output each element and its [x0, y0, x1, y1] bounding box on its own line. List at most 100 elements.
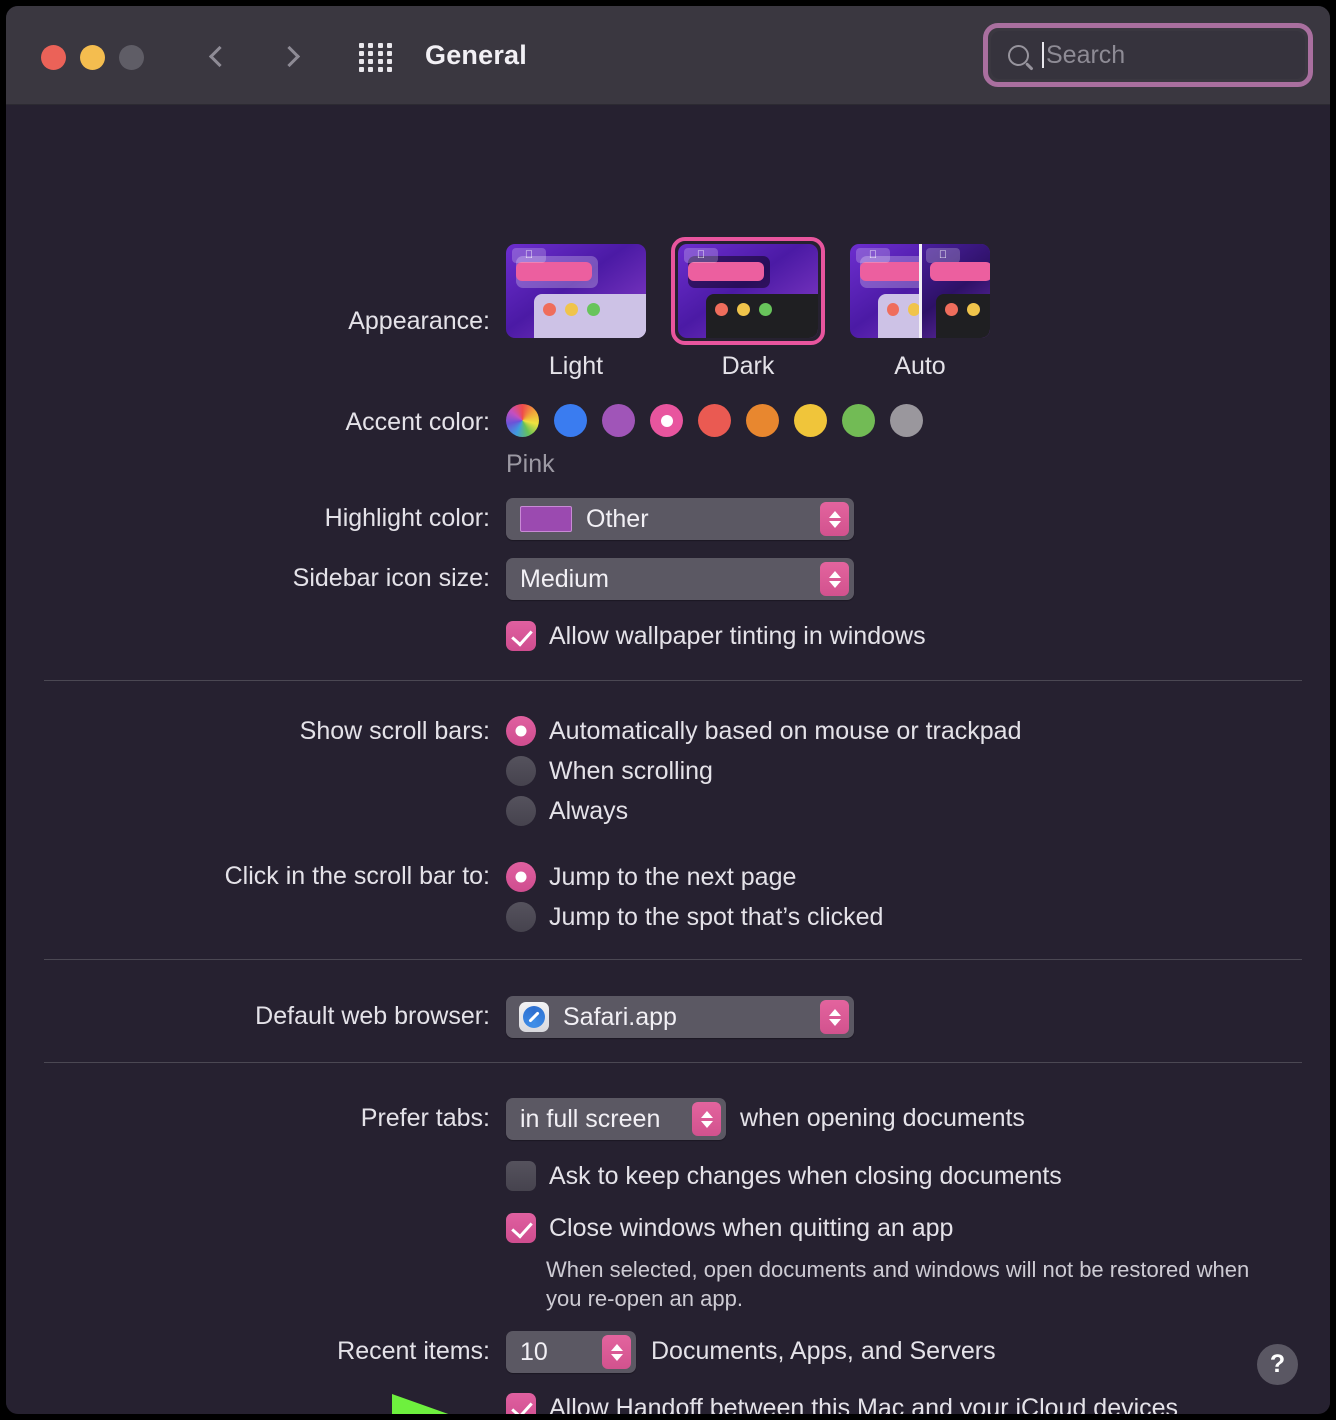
close-windows-label: Close windows when quitting an app [549, 1213, 954, 1242]
appearance-option-label: Light [548, 352, 604, 380]
accent-color-name: Pink [506, 450, 555, 478]
click-scroll-option-next-page[interactable]: Jump to the next page [506, 862, 796, 892]
chevron-left-icon [208, 45, 231, 67]
radio-when-scrolling[interactable] [506, 756, 536, 786]
accent-swatch-yellow[interactable] [794, 404, 827, 437]
back-button[interactable] [194, 33, 240, 79]
highlight-color-label: Highlight color: [324, 504, 490, 532]
search-box[interactable]: Search [983, 23, 1313, 87]
light-theme-preview:  [506, 244, 646, 338]
ask-keep-changes-row[interactable]: Ask to keep changes when closing documen… [506, 1161, 1062, 1191]
radio-auto[interactable] [506, 716, 536, 746]
system-preferences-window: General Search Appearance:  Light [6, 6, 1330, 1414]
accent-swatch-graphite[interactable] [890, 404, 923, 437]
prefer-tabs-value: in full screen [520, 1104, 661, 1133]
recent-items-suffix: Documents, Apps, and Servers [651, 1337, 996, 1365]
show-scroll-bars-label: Show scroll bars: [299, 717, 490, 745]
section-divider [44, 1062, 1302, 1063]
recent-items-value: 10 [520, 1337, 548, 1366]
accent-swatch-red[interactable] [698, 404, 731, 437]
search-input[interactable]: Search [991, 31, 1305, 79]
scroll-bars-option-always[interactable]: Always [506, 796, 628, 826]
radio-always[interactable] [506, 796, 536, 826]
page-title: General [425, 40, 527, 70]
accent-swatch-green[interactable] [842, 404, 875, 437]
recent-items-stepper[interactable]: 10 [506, 1331, 636, 1373]
minimize-button[interactable] [80, 45, 105, 70]
popup-arrows-icon[interactable] [820, 562, 849, 596]
popup-arrows-icon[interactable] [602, 1335, 631, 1369]
popup-arrows-icon[interactable] [692, 1102, 721, 1136]
accent-swatch-pink[interactable] [650, 404, 683, 437]
auto-theme-preview:   [850, 244, 990, 338]
scroll-bars-option-when-scrolling[interactable]: When scrolling [506, 756, 713, 786]
appearance-label: Appearance: [348, 307, 490, 335]
annotation-arrow-icon [392, 1394, 449, 1414]
help-button[interactable]: ? [1257, 1344, 1298, 1385]
close-button[interactable] [41, 45, 66, 70]
highlight-color-chip [520, 506, 572, 532]
option-label: Jump to the next page [549, 862, 797, 891]
maximize-button[interactable] [119, 45, 144, 70]
apple-logo-icon:  [926, 248, 960, 263]
radio-next-page[interactable] [506, 862, 536, 892]
text-cursor [1042, 42, 1044, 68]
section-divider [44, 959, 1302, 960]
close-windows-checkbox[interactable] [506, 1213, 536, 1243]
accent-swatch-orange[interactable] [746, 404, 779, 437]
wallpaper-tinting-checkbox[interactable] [506, 621, 536, 651]
accent-color-swatches [506, 404, 936, 437]
prefer-tabs-suffix: when opening documents [740, 1104, 1025, 1132]
handoff-label: Allow Handoff between this Mac and your … [549, 1393, 1179, 1415]
click-scroll-bar-label: Click in the scroll bar to: [224, 862, 490, 890]
prefer-tabs-label: Prefer tabs: [360, 1104, 490, 1132]
preferences-content: Appearance:  Light  [6, 105, 1330, 1414]
sidebar-icon-size-value: Medium [520, 564, 609, 593]
ask-keep-changes-checkbox[interactable] [506, 1161, 536, 1191]
prefer-tabs-popup[interactable]: in full screen [506, 1098, 726, 1140]
option-label: Always [549, 796, 629, 825]
accent-color-label: Accent color: [345, 408, 490, 436]
appearance-option-auto[interactable]:   Auto [850, 244, 990, 381]
search-icon [1008, 44, 1029, 66]
popup-arrows-icon[interactable] [820, 502, 849, 536]
sidebar-icon-size-label: Sidebar icon size: [292, 564, 490, 592]
appearance-option-label: Dark [721, 352, 775, 380]
search-placeholder: Search [1046, 40, 1126, 69]
default-browser-label: Default web browser: [255, 1002, 490, 1030]
grid-icon[interactable] [357, 39, 395, 73]
highlight-color-popup[interactable]: Other [506, 498, 854, 540]
default-browser-popup[interactable]: Safari.app [506, 996, 854, 1038]
close-windows-help-text: When selected, open documents and window… [546, 1257, 1250, 1312]
selection-ring [671, 237, 825, 345]
close-windows-row[interactable]: Close windows when quitting an app [506, 1213, 953, 1243]
safari-icon [519, 1002, 549, 1032]
scroll-bars-option-auto[interactable]: Automatically based on mouse or trackpad [506, 716, 1021, 746]
ask-keep-changes-label: Ask to keep changes when closing documen… [549, 1161, 1062, 1190]
appearance-option-dark[interactable]:  Dark [671, 237, 825, 381]
handoff-row[interactable]: Allow Handoff between this Mac and your … [506, 1393, 1178, 1414]
selected-indicator [660, 414, 673, 427]
appearance-option-label: Auto [894, 352, 946, 380]
radio-spot-clicked[interactable] [506, 902, 536, 932]
forward-button[interactable] [269, 33, 315, 79]
wallpaper-tinting-label: Allow wallpaper tinting in windows [549, 621, 926, 650]
default-browser-value: Safari.app [563, 1002, 677, 1031]
sidebar-icon-size-popup[interactable]: Medium [506, 558, 854, 600]
click-scroll-option-spot-clicked[interactable]: Jump to the spot that’s clicked [506, 902, 883, 932]
recent-items-label: Recent items: [337, 1337, 490, 1365]
option-label: Automatically based on mouse or trackpad [549, 716, 1022, 745]
section-divider [44, 680, 1302, 681]
wallpaper-tinting-row[interactable]: Allow wallpaper tinting in windows [506, 621, 926, 651]
option-label: Jump to the spot that’s clicked [549, 902, 884, 931]
appearance-option-light[interactable]:  Light [506, 244, 646, 381]
window-title-bar: General Search [6, 6, 1330, 105]
highlight-color-value: Other [586, 504, 649, 533]
chevron-right-icon [278, 45, 301, 67]
handoff-checkbox[interactable] [506, 1393, 536, 1414]
accent-swatch-purple[interactable] [602, 404, 635, 437]
popup-arrows-icon[interactable] [820, 1000, 849, 1034]
option-label: When scrolling [549, 756, 713, 785]
accent-swatch-multicolor[interactable] [506, 404, 539, 437]
accent-swatch-blue[interactable] [554, 404, 587, 437]
